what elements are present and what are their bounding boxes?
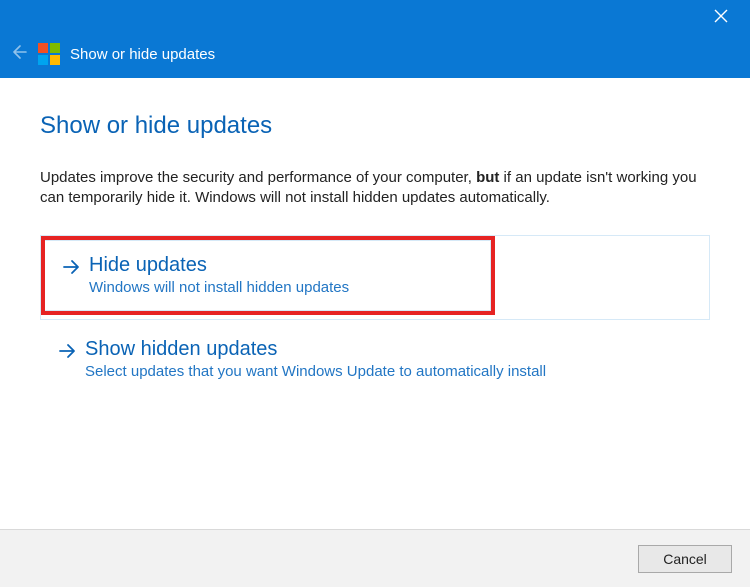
back-arrow-icon <box>9 43 27 66</box>
option-show-hidden-updates[interactable]: Show hidden updates Select updates that … <box>40 324 722 395</box>
option-hide-updates[interactable]: Hide updates Windows will not install hi… <box>45 240 491 311</box>
back-button[interactable] <box>6 42 30 66</box>
option-hide-updates-row: Hide updates Windows will not install hi… <box>40 235 710 320</box>
option-title: Show hidden updates <box>85 337 546 361</box>
titlebar: Show or hide updates <box>0 0 750 78</box>
window-title: Show or hide updates <box>70 46 215 63</box>
intro-part1: Updates improve the security and perform… <box>40 169 476 186</box>
annotation-highlight: Hide updates Windows will not install hi… <box>41 236 495 315</box>
option-desc: Select updates that you want Windows Upd… <box>85 363 546 380</box>
cancel-button[interactable]: Cancel <box>638 545 732 573</box>
option-title: Hide updates <box>89 253 349 277</box>
close-button[interactable] <box>706 6 736 30</box>
page-heading: Show or hide updates <box>40 112 710 140</box>
footer: Cancel <box>0 529 750 587</box>
option-list: Hide updates Windows will not install hi… <box>40 235 710 395</box>
content-area: Show or hide updates Updates improve the… <box>0 78 750 529</box>
arrow-right-icon <box>57 341 77 361</box>
intro-bold: but <box>476 169 499 186</box>
close-icon <box>714 9 728 28</box>
intro-text: Updates improve the security and perform… <box>40 168 700 209</box>
arrow-right-icon <box>61 257 81 277</box>
cancel-button-label: Cancel <box>663 551 707 567</box>
microsoft-logo-icon <box>38 43 60 65</box>
option-desc: Windows will not install hidden updates <box>89 279 349 296</box>
